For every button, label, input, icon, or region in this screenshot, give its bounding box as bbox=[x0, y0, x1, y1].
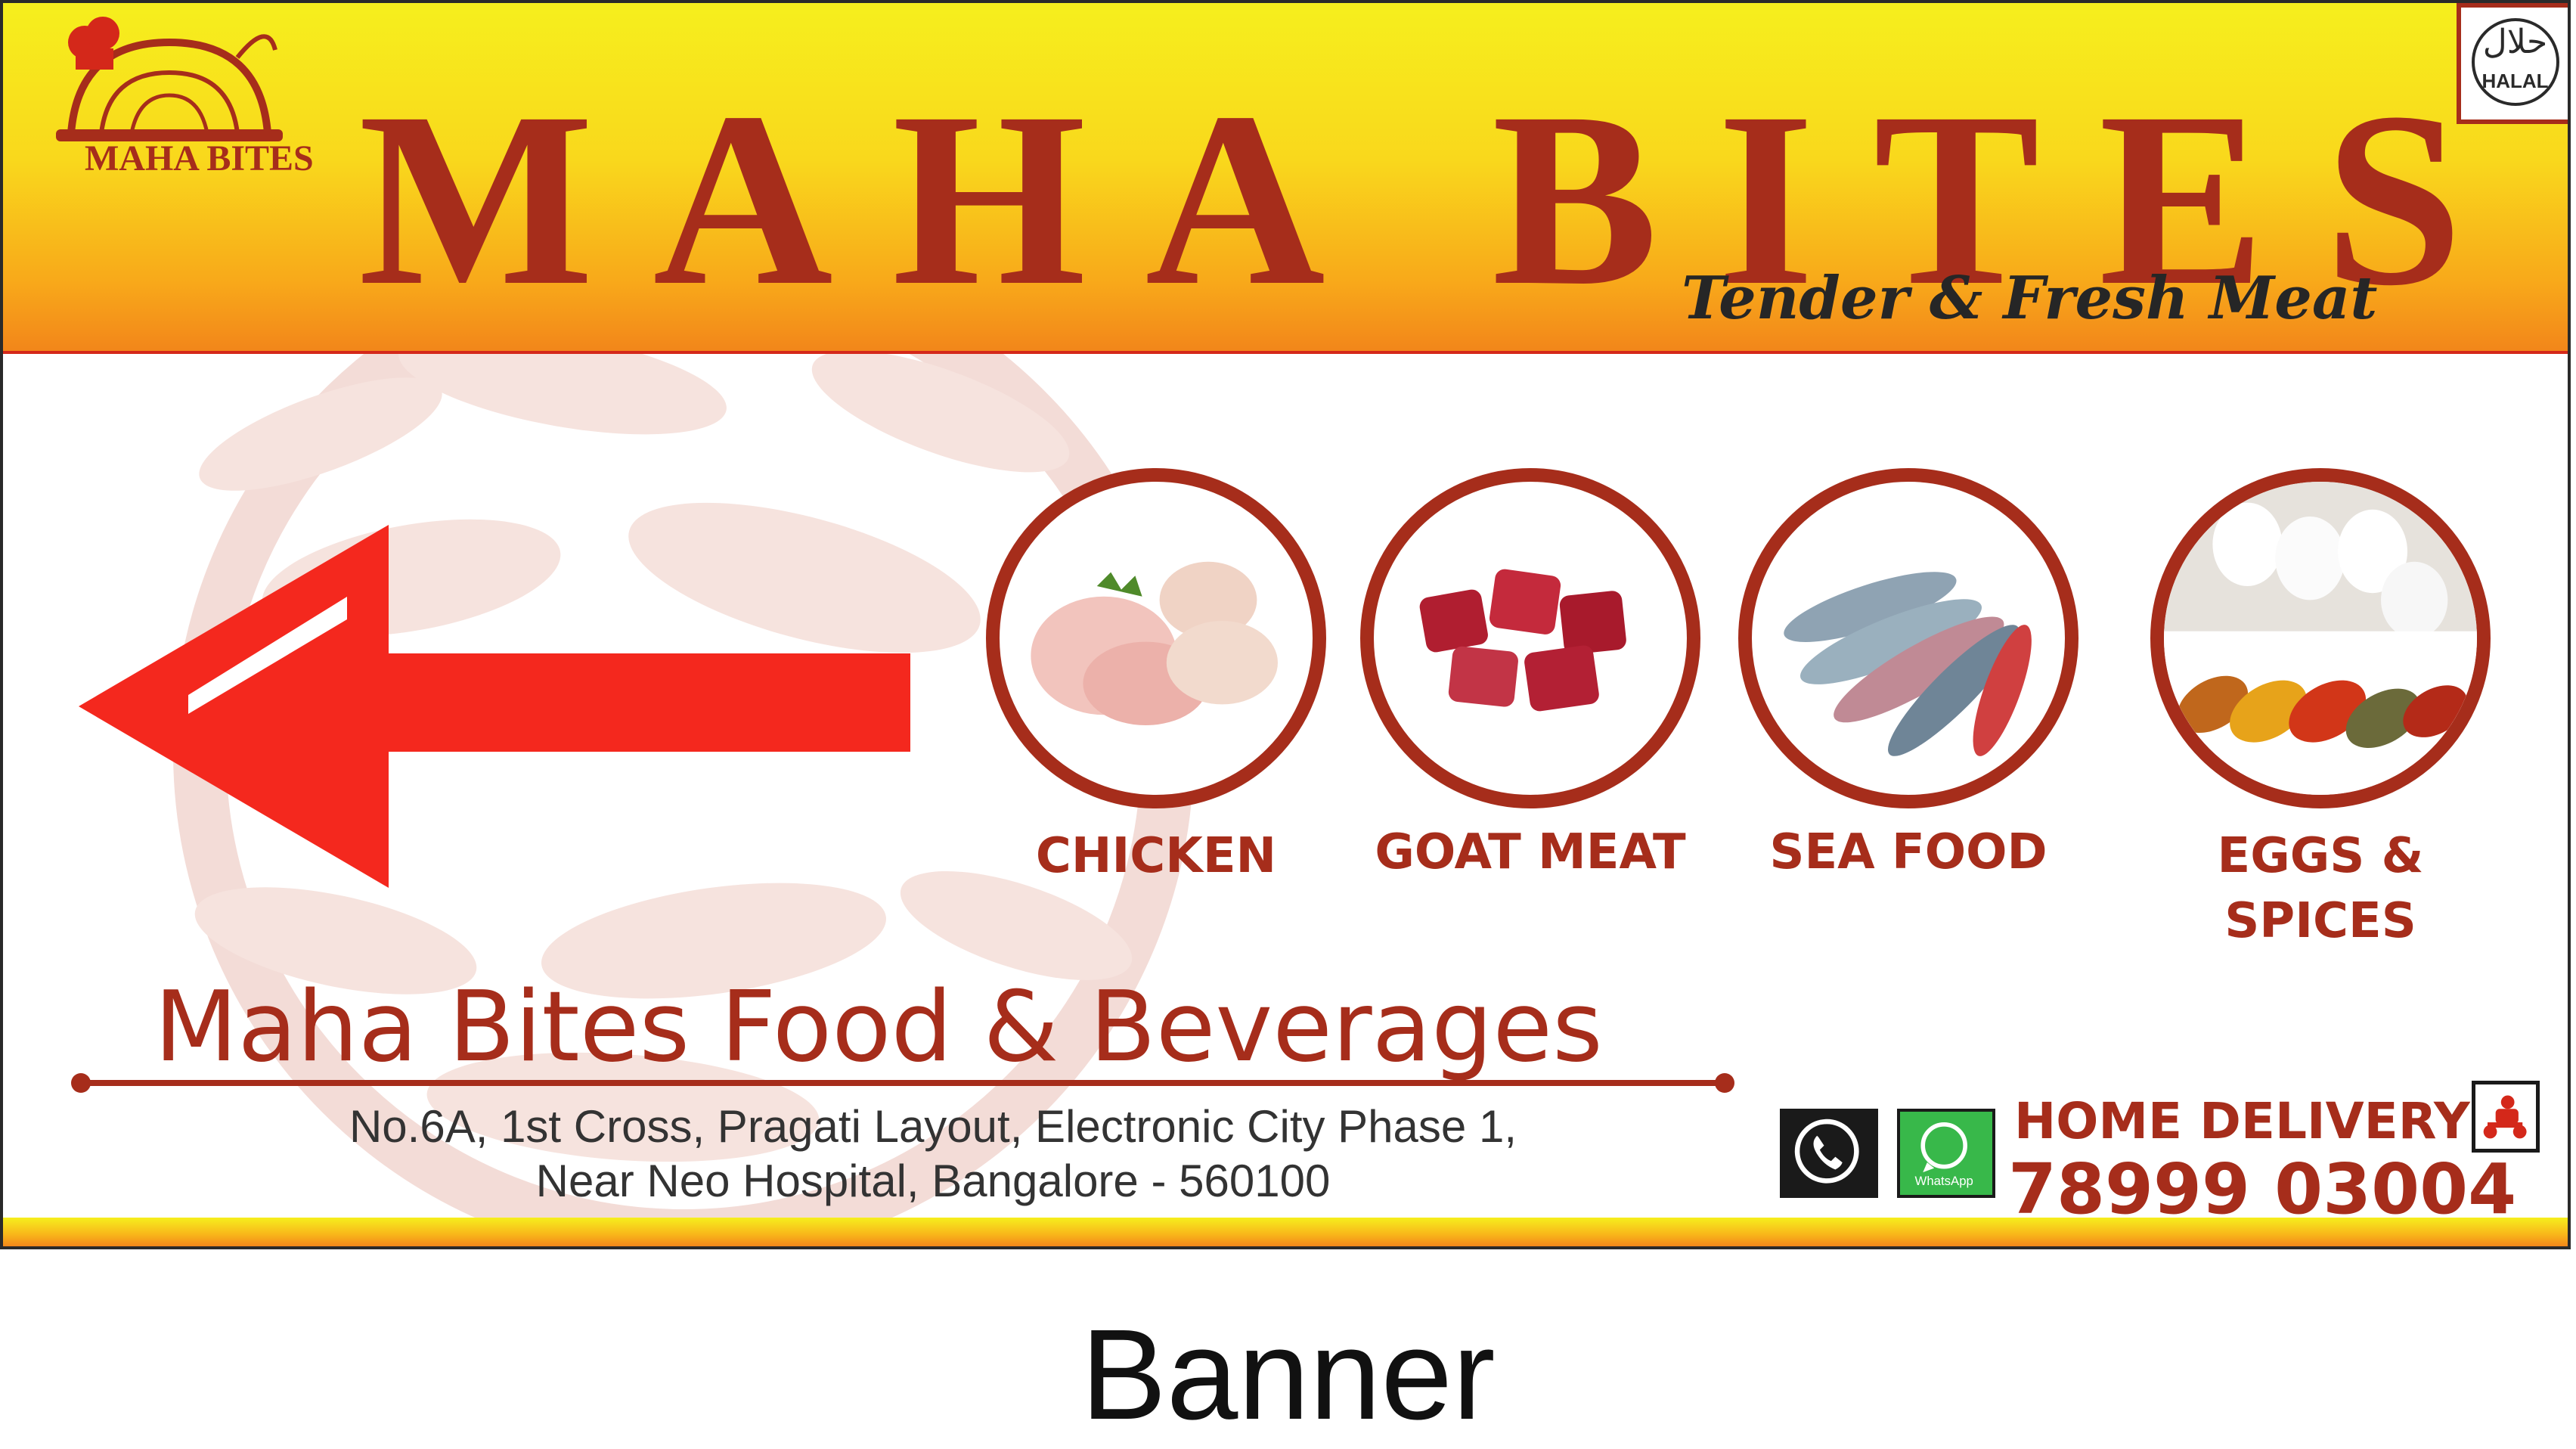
address: No.6A, 1st Cross, Pragati Layout, Electr… bbox=[154, 1100, 1712, 1209]
halal-badge: حلال HALAL bbox=[2457, 3, 2568, 124]
address-line-1: No.6A, 1st Cross, Pragati Layout, Electr… bbox=[349, 1101, 1517, 1152]
category-label: SEA FOOD bbox=[1769, 824, 2047, 880]
category-eggs-spices: EGGS & SPICES bbox=[2143, 468, 2498, 982]
chicken-image bbox=[986, 468, 1326, 808]
left-arrow-icon bbox=[79, 525, 910, 888]
caption: Banner bbox=[1080, 1303, 1496, 1447]
category-sea-food: SEA FOOD bbox=[1731, 468, 2086, 982]
whatsapp-label: WhatsApp bbox=[1915, 1174, 1973, 1188]
category-goat-meat: GOAT MEAT bbox=[1353, 468, 1708, 982]
goat-meat-image bbox=[1360, 468, 1700, 808]
brand-tagline: Tender & Fresh Meat bbox=[1682, 264, 2378, 333]
sea-food-image bbox=[1738, 468, 2078, 808]
eggs-spices-image bbox=[2150, 468, 2491, 808]
phone-icon bbox=[1780, 1109, 1878, 1198]
halal-arabic-text: حلال bbox=[2482, 23, 2548, 61]
category-label: CHICKEN bbox=[1035, 828, 1277, 884]
logo-text: MAHA BITES bbox=[85, 138, 314, 178]
delivery-scooter-icon bbox=[2472, 1081, 2540, 1153]
halal-text: HALAL bbox=[2481, 70, 2549, 92]
footer-band bbox=[3, 1218, 2568, 1246]
underline-bar bbox=[71, 1073, 1734, 1093]
category-chicken: CHICKEN bbox=[978, 468, 1334, 982]
company-name: Maha Bites Food & Beverages bbox=[154, 971, 1603, 1084]
home-delivery-label: HOME DELIVERY bbox=[2014, 1092, 2470, 1150]
category-label: EGGS & SPICES bbox=[2217, 828, 2424, 949]
whatsapp-icon: WhatsApp bbox=[1897, 1109, 1995, 1198]
address-line-2: Near Neo Hospital, Bangalore - 560100 bbox=[535, 1156, 1331, 1206]
banner: MAHA BITES MAHA BITES Tender & Fresh Mea… bbox=[0, 0, 2571, 1249]
category-label: GOAT MEAT bbox=[1375, 824, 1686, 880]
